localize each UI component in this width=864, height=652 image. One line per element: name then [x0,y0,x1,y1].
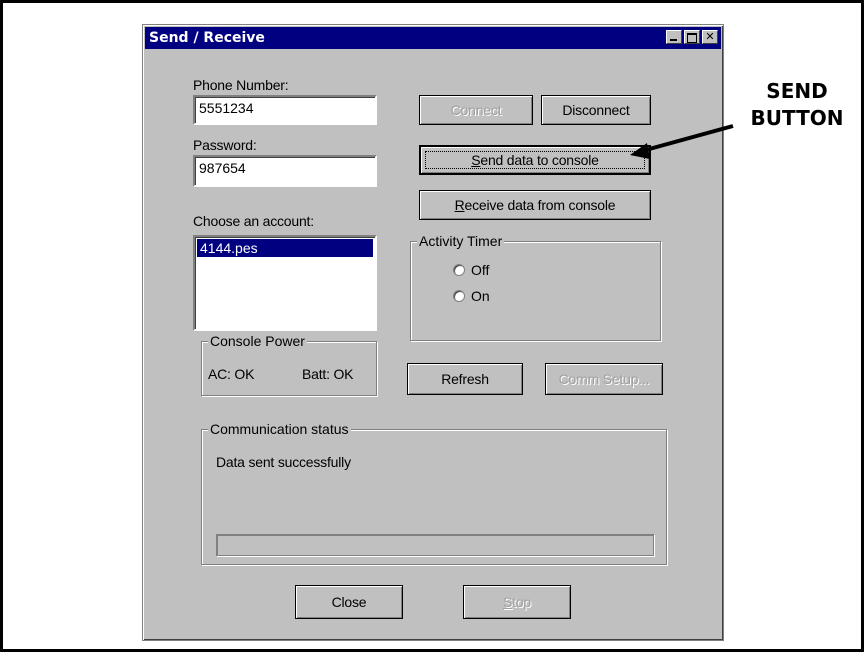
callout-arrow [630,124,734,159]
arrow-head-icon [630,143,650,159]
arrow-shaft [641,124,734,153]
